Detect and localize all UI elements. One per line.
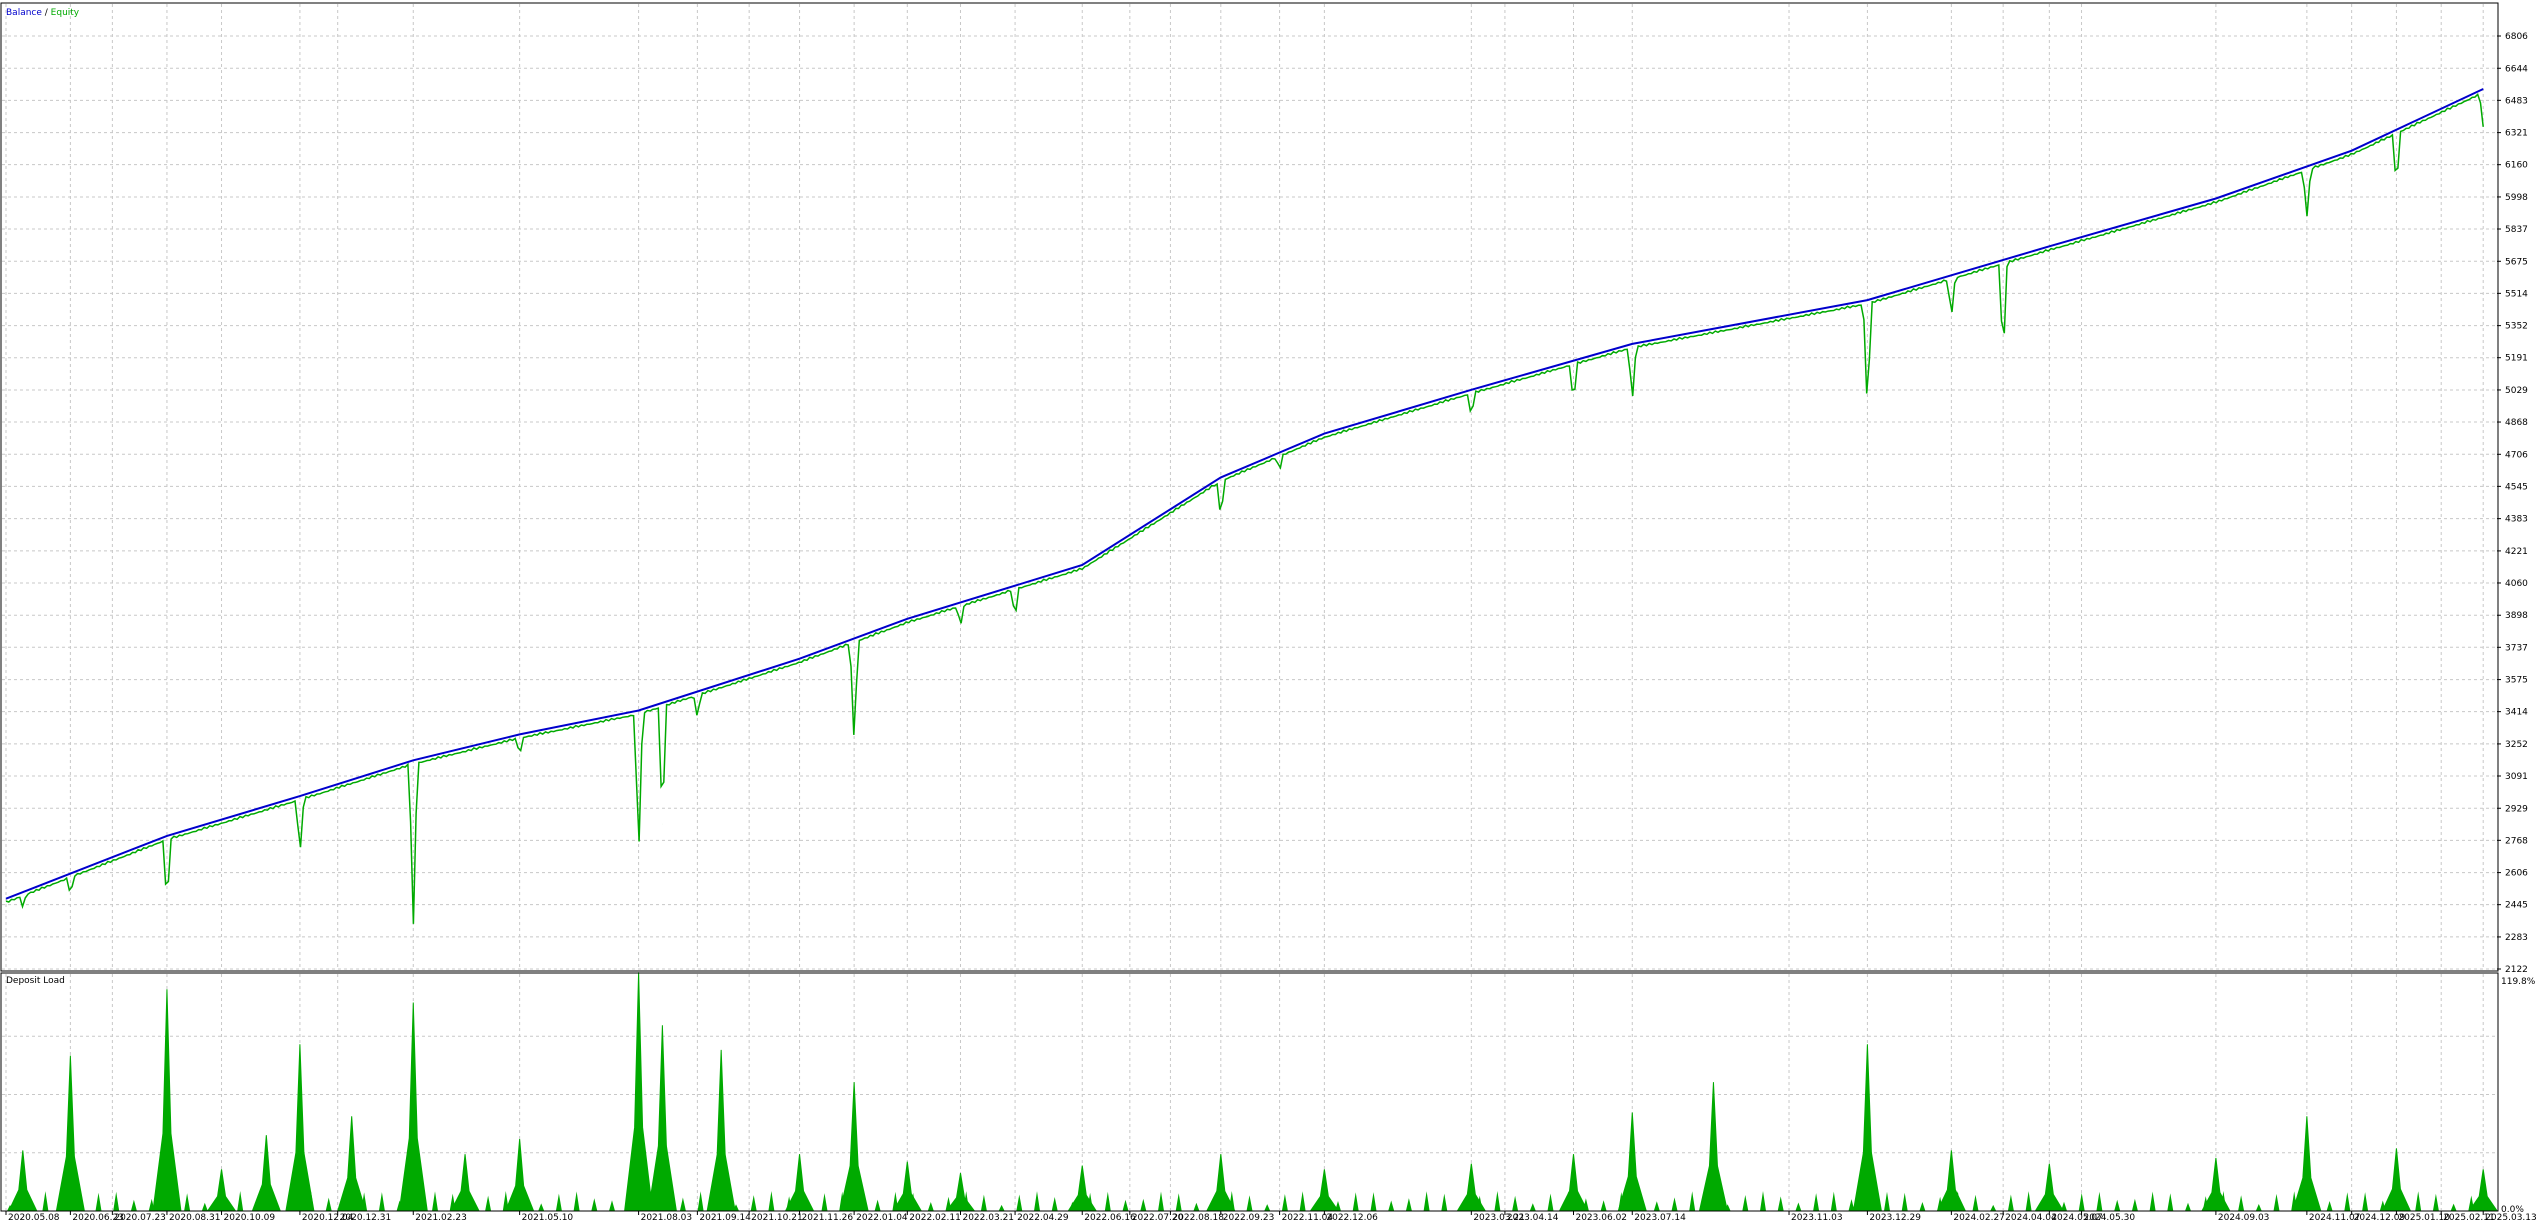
y-tick-label: 5998 bbox=[2505, 193, 2528, 203]
x-tick-label: 2021.02.23 bbox=[415, 1213, 467, 1223]
y-tick-label: 2606 bbox=[2505, 869, 2528, 879]
x-tick-label: 2022.01.04 bbox=[856, 1213, 908, 1223]
x-tick-label: 2022.08.18 bbox=[1172, 1213, 1224, 1223]
y-tick-label: 4060 bbox=[2505, 579, 2528, 589]
deposit-load-spikes bbox=[7, 1191, 2475, 1211]
x-tick-label: 2024.02.27 bbox=[1953, 1213, 2005, 1223]
legend: Balance / Equity bbox=[6, 8, 80, 18]
y-tick-label: 2122 bbox=[2505, 965, 2528, 975]
y-tick-label: 3898 bbox=[2505, 611, 2528, 621]
y-tick-label: 4868 bbox=[2505, 418, 2528, 428]
x-tick-label: 2023.07.14 bbox=[1634, 1213, 1686, 1223]
y-tick-label: 6806 bbox=[2505, 32, 2528, 42]
x-tick-label: 2021.10.21 bbox=[751, 1213, 803, 1223]
x-tick-label: 2021.05.10 bbox=[522, 1213, 574, 1223]
y-tick-label: 2283 bbox=[2505, 933, 2528, 943]
balance-line bbox=[5, 88, 2484, 900]
balance-series bbox=[5, 88, 2484, 900]
x-tick-label: 2022.06.16 bbox=[1084, 1213, 1136, 1223]
x-tick-label: 2021.11.26 bbox=[802, 1213, 854, 1223]
x-tick-label: 2023.11.03 bbox=[1791, 1213, 1843, 1223]
legend-equity: Equity bbox=[51, 8, 80, 18]
y-tick-label: 3091 bbox=[2505, 772, 2528, 782]
y-tick-label: 2445 bbox=[2505, 901, 2528, 911]
y-tick-label: 4221 bbox=[2505, 547, 2528, 557]
load-panel-frame bbox=[0, 972, 2499, 1212]
y-tick-label: 6160 bbox=[2505, 161, 2528, 171]
x-tick-label: 2024.05.30 bbox=[2084, 1213, 2136, 1223]
y-tick-label: 6644 bbox=[2505, 64, 2528, 74]
x-tick-label: 2020.12.31 bbox=[340, 1213, 392, 1223]
x-tick-label: 2020.07.23 bbox=[114, 1213, 166, 1223]
x-tick-label: 2021.09.14 bbox=[699, 1213, 751, 1223]
x-axis-ticks: 2020.05.08 2020.06.232020.07.23 2020.08.31… bbox=[5, 1211, 2537, 1223]
legend-balance: Balance bbox=[6, 8, 42, 18]
y-tick-label: 4545 bbox=[2505, 482, 2528, 492]
y-tick-label: 6483 bbox=[2505, 96, 2528, 106]
y-tick-label: 5191 bbox=[2505, 354, 2528, 364]
y-tick-label: 5029 bbox=[2505, 386, 2528, 396]
y-tick-label: 5837 bbox=[2505, 225, 2528, 235]
y-tick-label: 2929 bbox=[2505, 804, 2528, 814]
x-tick-label: 2022.03.21 bbox=[962, 1213, 1014, 1223]
y-tick-label: 5352 bbox=[2505, 322, 2528, 332]
x-tick-label: 2020.10.09 bbox=[224, 1213, 276, 1223]
x-tick-label: 2020.05.08 bbox=[8, 1213, 60, 1223]
y-tick-label: 3414 bbox=[2505, 708, 2528, 718]
y-tick-label: 5514 bbox=[2505, 289, 2528, 299]
legend-separator: / bbox=[42, 8, 51, 18]
x-tick-label: 2023.04.14 bbox=[1507, 1213, 1559, 1223]
x-tick-label: 2025.03.13 bbox=[2485, 1213, 2537, 1223]
x-tick-label: 2022.12.06 bbox=[1326, 1213, 1378, 1223]
load-y-tick-label: 119.8% bbox=[2501, 977, 2536, 987]
x-tick-label: 2022.02.11 bbox=[909, 1213, 961, 1223]
x-tick-label: 2023.06.02 bbox=[1575, 1213, 1627, 1223]
tester-chart: 6806 6644 6483 6321 6160 5998 5837 5675 5514 5352… bbox=[0, 2, 2537, 1223]
deposit-load-area bbox=[4, 972, 2499, 1212]
equity-line bbox=[5, 93, 2484, 928]
y-tick-label: 6321 bbox=[2505, 129, 2528, 139]
deposit-load-label: Deposit Load bbox=[6, 976, 65, 986]
x-tick-label: 2022.04.29 bbox=[1017, 1213, 1069, 1223]
x-tick-label: 2023.12.29 bbox=[1869, 1213, 1921, 1223]
x-tick-label: 2021.08.03 bbox=[641, 1213, 693, 1223]
x-tick-label: 2024.09.03 bbox=[2218, 1213, 2270, 1223]
main-grid bbox=[2, 4, 2496, 970]
y-tick-label: 5675 bbox=[2505, 257, 2528, 267]
y-tick-label: 3737 bbox=[2505, 643, 2528, 653]
y-tick-label: 4383 bbox=[2505, 515, 2528, 525]
x-tick-label: 2020.08.31 bbox=[169, 1213, 221, 1223]
y-tick-label: 2768 bbox=[2505, 836, 2528, 846]
load-grid bbox=[2, 974, 2496, 1210]
y-tick-label: 3252 bbox=[2505, 740, 2528, 750]
y-axis-ticks: 6806 6644 6483 6321 6160 5998 5837 5675 5514 5352… bbox=[2497, 32, 2536, 1215]
y-tick-label: 4706 bbox=[2505, 450, 2528, 460]
x-tick-label: 2022.09.23 bbox=[1223, 1213, 1275, 1223]
deposit-load-histogram bbox=[4, 972, 2499, 1212]
equity-series bbox=[5, 93, 2484, 924]
main-panel-frame bbox=[0, 2, 2499, 972]
y-tick-label: 3575 bbox=[2505, 676, 2528, 686]
